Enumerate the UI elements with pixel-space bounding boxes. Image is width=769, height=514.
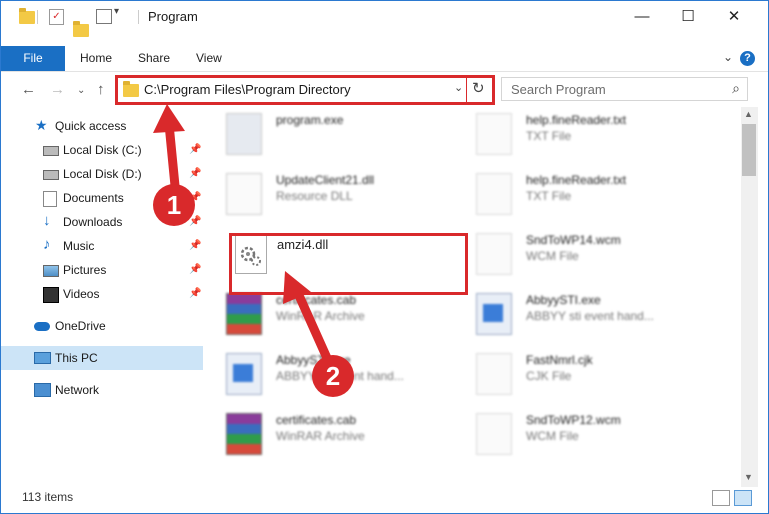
step-2-badge: 2: [312, 355, 354, 397]
step-1-badge: 1: [153, 184, 195, 226]
annotation-arrows: [153, 104, 336, 372]
explorer-window: ✓ ▾ Program — ☐ ✕ File Home Share View ⌄…: [0, 0, 769, 514]
arrowhead-1: [153, 104, 185, 133]
